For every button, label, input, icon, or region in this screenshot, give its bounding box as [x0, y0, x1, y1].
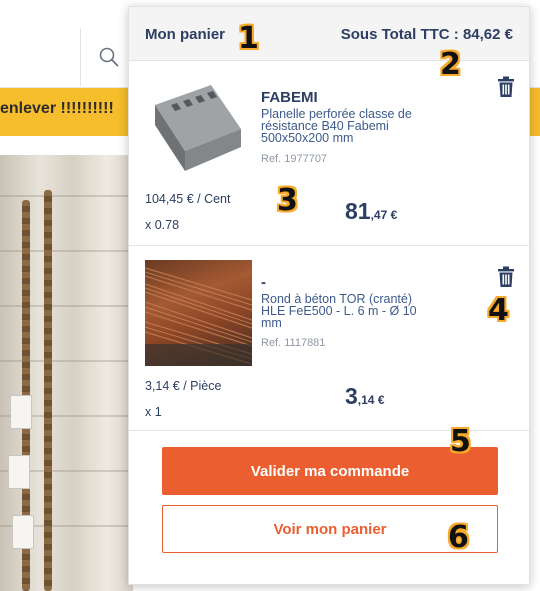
product-quantity: x 0.78 [145, 218, 180, 232]
annotation-3: 3 [277, 183, 298, 218]
trash-icon[interactable] [497, 266, 515, 288]
product-description[interactable]: Planelle perforée classe de résistance B… [261, 108, 431, 145]
cart-item: - Rond à béton TOR (cranté) HLE FeE500 -… [129, 246, 529, 430]
cart-subtotal: Sous Total TTC : 84,62 € [340, 26, 513, 43]
cart-header: Mon panier Sous Total TTC : 84,62 € [129, 7, 529, 61]
cart-title: Mon panier [145, 26, 226, 43]
cart-item: FABEMI Planelle perforée classe de résis… [129, 61, 529, 245]
annotation-2: 2 [440, 47, 461, 82]
product-reference: Ref. 1977707 [261, 153, 328, 165]
product-unit-price: 104,45 € / Cent [145, 192, 231, 206]
price-decimal: ,14 € [357, 393, 385, 407]
price-integer: 81 [345, 198, 371, 224]
price-integer: 3 [345, 383, 358, 409]
product-image-rebar[interactable] [145, 260, 252, 366]
product-price: 3,14 € [345, 383, 385, 410]
annotation-4: 4 [488, 293, 509, 328]
product-price: 81,47 € [345, 198, 397, 225]
product-description[interactable]: Rond à béton TOR (cranté) HLE FeE500 - L… [261, 293, 431, 330]
annotation-5: 5 [450, 424, 471, 459]
product-brand: FABEMI [261, 89, 318, 106]
search-icon[interactable] [98, 46, 120, 68]
annotation-6: 6 [448, 520, 469, 555]
product-image-concrete-block[interactable] [145, 75, 252, 181]
product-brand: - [261, 274, 266, 291]
validate-order-button[interactable]: Valider ma commande [162, 447, 498, 495]
product-quantity: x 1 [145, 405, 162, 419]
price-decimal: ,47 € [370, 208, 398, 222]
trash-icon[interactable] [497, 76, 515, 98]
annotation-1: 1 [238, 21, 259, 56]
cart-dropdown: Mon panier Sous Total TTC : 84,62 € FABE… [128, 6, 530, 585]
product-reference: Ref. 1117881 [261, 337, 326, 349]
background-product-photo [0, 155, 133, 591]
product-unit-price: 3,14 € / Pièce [145, 379, 222, 393]
header-divider [80, 28, 81, 86]
promo-banner-text: enlever !!!!!!!!!! [0, 100, 114, 117]
